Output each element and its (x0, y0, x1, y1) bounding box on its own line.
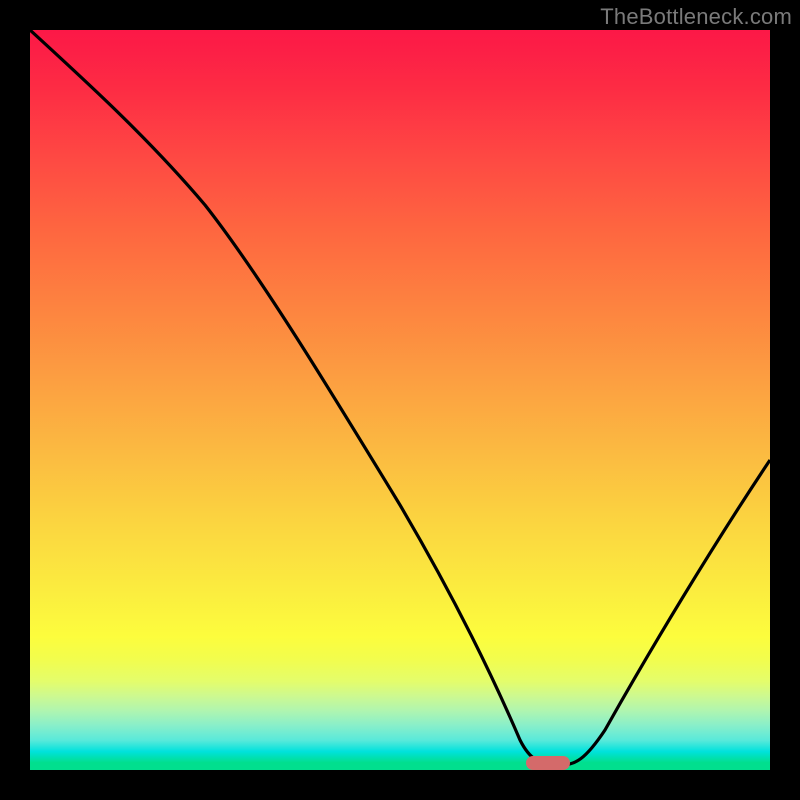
optimal-marker (526, 756, 570, 770)
bottleneck-curve (30, 30, 770, 770)
watermark-text: TheBottleneck.com (600, 4, 792, 30)
chart-container: TheBottleneck.com (0, 0, 800, 800)
plot-area (30, 30, 770, 770)
curve-path (30, 30, 770, 765)
